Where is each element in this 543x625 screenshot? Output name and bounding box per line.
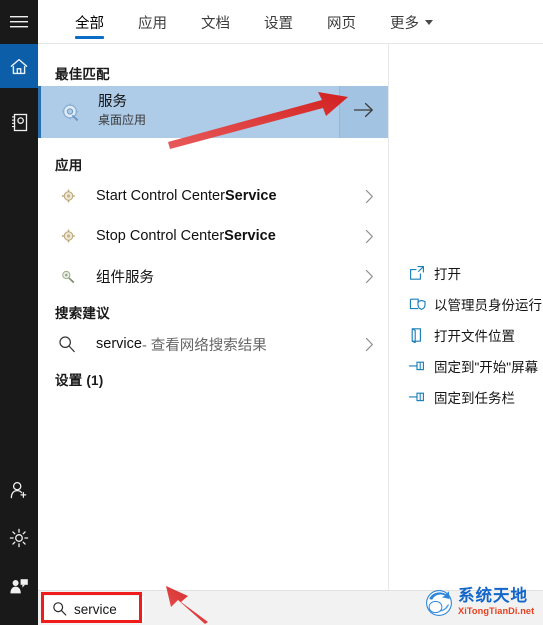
suggestion-hint: - 查看网络搜索结果 bbox=[141, 337, 267, 354]
tab-apps[interactable]: 应用 bbox=[121, 0, 184, 44]
app-label: 组件服务 bbox=[96, 257, 154, 295]
gear-icon bbox=[9, 528, 29, 548]
arrow-right-icon bbox=[353, 102, 375, 123]
rail-item-settings[interactable] bbox=[0, 516, 38, 560]
section-heading-search-suggestions: 搜索建议 bbox=[55, 306, 110, 321]
services-gear-icon bbox=[58, 100, 84, 126]
tab-all[interactable]: 全部 bbox=[58, 0, 121, 44]
chevron-right-icon[interactable] bbox=[365, 217, 374, 255]
search-input-value: service bbox=[74, 601, 117, 617]
app-label-prefix: Start Control Center bbox=[96, 188, 225, 204]
search-icon bbox=[52, 601, 67, 616]
app-label: Start Control Center Service bbox=[96, 177, 277, 215]
tab-list: 全部 应用 文档 设置 网页 更多 bbox=[58, 0, 450, 44]
action-label: 打开 bbox=[434, 266, 461, 282]
app-icon bbox=[60, 188, 76, 204]
best-match-go-button[interactable] bbox=[339, 86, 388, 138]
action-pin-to-taskbar[interactable]: 固定到任务栏 bbox=[389, 381, 543, 412]
tab-more[interactable]: 更多 bbox=[373, 0, 450, 44]
action-open-file-location[interactable]: 打开文件位置 bbox=[389, 319, 543, 350]
search-icon bbox=[58, 335, 76, 353]
rail-item-feedback[interactable] bbox=[0, 564, 38, 608]
tab-settings[interactable]: 设置 bbox=[247, 0, 310, 44]
tab-web[interactable]: 网页 bbox=[310, 0, 373, 44]
notebook-icon bbox=[11, 113, 28, 132]
person-add-icon bbox=[9, 481, 29, 500]
rail-item-notebook[interactable] bbox=[0, 100, 38, 144]
home-icon bbox=[9, 57, 29, 76]
pin-icon bbox=[408, 381, 426, 412]
app-label-prefix: 组件服务 bbox=[96, 269, 154, 286]
selection-indicator bbox=[38, 86, 41, 138]
app-row-stop-control-center-service[interactable]: Stop Control Center Service bbox=[38, 217, 388, 255]
best-match-subtitle: 桌面应用 bbox=[98, 113, 147, 127]
rail-item-add-person[interactable] bbox=[0, 468, 38, 512]
feedback-icon bbox=[9, 577, 29, 595]
best-match-text: 服务 桌面应用 bbox=[98, 94, 146, 128]
best-match-row[interactable]: 服务 桌面应用 bbox=[38, 86, 388, 138]
app-row-component-services[interactable]: 组件服务 bbox=[38, 257, 388, 295]
tab-settings-label: 设置 bbox=[264, 15, 293, 32]
tab-bar: 全部 应用 文档 设置 网页 更多 bbox=[38, 0, 543, 44]
app-label: Stop Control Center Service bbox=[96, 217, 276, 255]
results-column: 最佳匹配 服务 桌面应用 应用 Start Control Center Ser… bbox=[38, 44, 388, 590]
action-run-as-administrator[interactable]: 以管理员身份运行 bbox=[389, 288, 543, 319]
app-icon bbox=[60, 228, 76, 244]
open-external-icon bbox=[408, 257, 426, 288]
suggestion-row-service[interactable]: service - 查看网络搜索结果 bbox=[38, 325, 388, 363]
action-open[interactable]: 打开 bbox=[389, 257, 543, 288]
suggestion-label: service - 查看网络搜索结果 bbox=[96, 325, 267, 363]
best-match-title: 服务 bbox=[98, 94, 127, 110]
recycle-circle-logo bbox=[424, 587, 456, 617]
tab-documents[interactable]: 文档 bbox=[184, 0, 247, 44]
pin-icon bbox=[408, 350, 426, 381]
rail-item-hamburger-menu[interactable] bbox=[0, 0, 38, 44]
watermark-text: 系统天地 XiTongTianDi.net bbox=[458, 587, 534, 617]
watermark-cn: 系统天地 bbox=[458, 587, 528, 605]
app-row-start-control-center-service[interactable]: Start Control Center Service bbox=[38, 177, 388, 215]
folder-open-icon bbox=[408, 319, 426, 350]
section-heading-apps: 应用 bbox=[55, 158, 83, 173]
action-label: 固定到"开始"屏幕 bbox=[434, 359, 539, 375]
search-input[interactable]: service bbox=[44, 596, 144, 622]
action-label: 打开文件位置 bbox=[434, 328, 515, 344]
search-flyout: 全部 应用 文档 设置 网页 更多 最佳匹配 服务 桌面应用 应用 Start … bbox=[0, 0, 543, 625]
app-label-prefix: Stop Control Center bbox=[96, 228, 225, 244]
rail-item-home[interactable] bbox=[0, 44, 38, 88]
chevron-right-icon[interactable] bbox=[365, 325, 374, 363]
section-heading-best-match: 最佳匹配 bbox=[55, 67, 110, 82]
chevron-right-icon[interactable] bbox=[365, 257, 374, 295]
tab-active-underline bbox=[75, 36, 104, 39]
section-heading-settings: 设置 (1) bbox=[55, 373, 104, 388]
suggestion-query: service bbox=[96, 336, 142, 352]
tab-web-label: 网页 bbox=[327, 15, 356, 32]
watermark-en: XiTongTianDi.net bbox=[458, 606, 535, 616]
chevron-right-icon[interactable] bbox=[365, 177, 374, 215]
chevron-down-icon bbox=[425, 19, 433, 25]
action-label: 固定到任务栏 bbox=[434, 390, 515, 406]
tab-more-label: 更多 bbox=[390, 15, 419, 32]
tab-all-label: 全部 bbox=[75, 15, 104, 32]
shield-run-icon bbox=[408, 288, 426, 319]
watermark: 系统天地 XiTongTianDi.net bbox=[424, 585, 542, 621]
action-pin-to-start[interactable]: 固定到"开始"屏幕 bbox=[389, 350, 543, 381]
tab-documents-label: 文档 bbox=[201, 15, 230, 32]
app-label-match: Service bbox=[224, 188, 277, 204]
left-rail bbox=[0, 0, 38, 625]
right-actions-panel: 打开 以管理员身份运行 打开文件位置 固定到"开始"屏幕 固定到任务栏 bbox=[389, 44, 543, 590]
hamburger-icon bbox=[10, 15, 28, 29]
tab-apps-label: 应用 bbox=[138, 15, 167, 32]
action-label: 以管理员身份运行 bbox=[434, 297, 542, 313]
component-services-icon bbox=[60, 268, 76, 284]
app-label-match: Service bbox=[224, 228, 276, 244]
